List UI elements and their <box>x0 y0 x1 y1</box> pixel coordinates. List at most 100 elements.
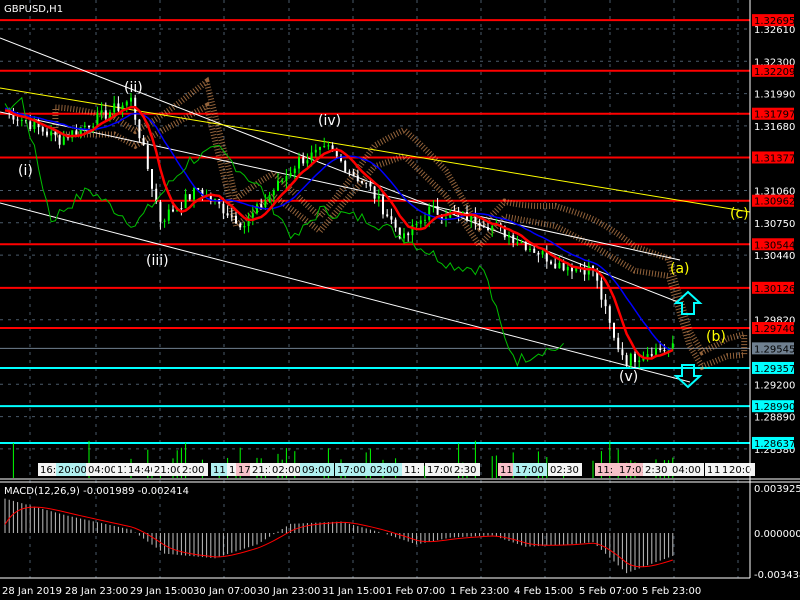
candle-body <box>394 219 397 228</box>
session-tag-label: 1 <box>229 465 235 476</box>
macd-tick-label: 0.003925 <box>754 484 800 495</box>
resistance-level-price-label: 1.31797 <box>754 110 795 121</box>
candle-body <box>230 215 233 217</box>
candle-body <box>604 299 607 307</box>
price-tick-label: 1.31990 <box>754 90 795 101</box>
price-chart: 16: 20:00 04:00 1114:4021:00 2:00 11 1 17:21:30… <box>0 0 800 597</box>
candle-body <box>184 194 187 209</box>
session-tag-label: 2:30 <box>454 465 476 476</box>
session-tag-label: 09:00 <box>302 465 331 476</box>
candle-body <box>239 223 242 228</box>
candle-body <box>104 110 107 119</box>
candle-body <box>613 322 615 338</box>
candle-body <box>281 180 284 182</box>
session-tag-label: 17:00 <box>427 465 456 476</box>
candle-body <box>348 171 351 173</box>
resistance-level-price-label: 1.30544 <box>754 240 795 251</box>
session-tag-label: 11: <box>404 465 420 476</box>
candle-body <box>314 149 317 153</box>
candle-body <box>88 125 90 128</box>
price-tick-label: 1.31680 <box>754 122 795 133</box>
candle-body <box>390 216 393 220</box>
candle-body <box>163 220 166 222</box>
candle-body <box>92 126 95 128</box>
candle-body <box>306 160 309 164</box>
session-tag-label: 02:00 <box>272 465 301 476</box>
candle-body <box>352 171 355 176</box>
session-tag-label: 1 <box>714 465 720 476</box>
macd-tick-label: 0.000000 <box>754 529 800 540</box>
candle-body <box>323 146 326 148</box>
time-tick-label: 31 Jan 15:00 <box>322 586 385 597</box>
candle-body <box>365 182 368 184</box>
candle-body <box>243 225 246 228</box>
candle-body <box>142 138 145 146</box>
candle-body <box>58 135 61 145</box>
candle-body <box>130 97 132 102</box>
candle-body <box>159 201 162 222</box>
candle-body <box>566 266 569 271</box>
candle-body <box>289 173 292 176</box>
price-tick-label: 1.30440 <box>754 251 795 262</box>
candle-body <box>558 262 561 269</box>
wave-label: (ii) <box>124 80 143 96</box>
candle-body <box>256 204 258 214</box>
candle-body <box>382 196 384 215</box>
session-tag-label: 02:00 <box>370 465 399 476</box>
candle-body <box>277 180 279 191</box>
candle-body <box>361 181 363 183</box>
price-tick-label: 1.30750 <box>754 219 795 230</box>
resistance-level-price-label: 1.29740 <box>754 324 795 335</box>
candle-body <box>264 200 267 208</box>
candle-body <box>29 121 32 130</box>
candle-body <box>529 248 531 250</box>
channel-mid-line <box>0 111 681 261</box>
session-tag-label: 21:00 <box>154 465 183 476</box>
session-tag-label: 04:00 <box>88 465 117 476</box>
candle-body <box>625 355 628 366</box>
candle-body <box>487 227 489 231</box>
ichimoku-cloud <box>52 76 748 371</box>
chikou-line <box>4 96 564 368</box>
candle-body <box>478 223 481 226</box>
candle-body <box>335 150 338 157</box>
candle-body <box>600 280 603 300</box>
candle-body <box>508 235 510 238</box>
cloud-area <box>52 76 748 371</box>
candle-body <box>512 235 515 243</box>
candle-body <box>356 175 359 182</box>
session-tag-label: 20:00 <box>58 465 87 476</box>
candle-body <box>33 121 36 130</box>
resistance-level-price-label: 1.30126 <box>754 284 795 295</box>
time-tick-label: 1 Feb 07:00 <box>386 586 445 597</box>
candle-body <box>138 119 141 139</box>
candle-body <box>537 252 540 255</box>
symbol-label: GBPUSD,H1 <box>4 4 63 15</box>
candle-body <box>46 131 48 136</box>
wave-label: (b) <box>706 329 726 345</box>
candle-body <box>20 119 23 121</box>
session-tag-label: 20:0 <box>729 465 751 476</box>
session-tag-label: 04:00 <box>672 465 701 476</box>
support-level-price-label: 1.28637 <box>754 439 795 450</box>
candle-body <box>54 131 57 136</box>
channel-upper-line <box>0 37 679 303</box>
time-tick-label: 5 Feb 23:00 <box>642 586 701 597</box>
candle-body <box>562 262 565 271</box>
candle-body <box>415 223 418 226</box>
wave-label: (a) <box>670 261 690 277</box>
resistance-level-price-label: 1.32695 <box>754 16 795 27</box>
time-tick-label: 5 Feb 07:00 <box>579 586 638 597</box>
candle-body <box>113 103 116 113</box>
candle-body <box>550 261 552 264</box>
candle-body <box>671 343 674 349</box>
time-tick-label: 30 Jan 23:00 <box>257 586 320 597</box>
session-tag-label: 11: <box>597 465 613 476</box>
candle-body <box>172 209 174 212</box>
channel-lower-line <box>0 202 691 383</box>
time-tick-label: 30 Jan 07:00 <box>193 586 256 597</box>
candle-body <box>344 161 347 172</box>
macd-tick-label: -0.003438 <box>754 570 800 581</box>
candle-body <box>62 137 65 145</box>
session-tags: 16: 20:00 04:00 1114:4021:00 2:00 11 1 17:21:30… <box>38 463 755 476</box>
